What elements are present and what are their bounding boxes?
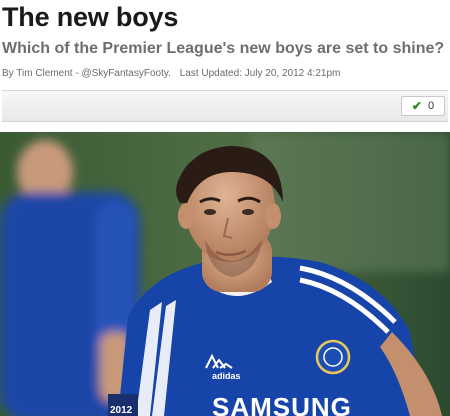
kit-brand-text: adidas [212,371,241,381]
share-toolbar: ✔ 0 [2,90,448,122]
hero-image[interactable]: adidas SAMSUNG 2012 [0,132,450,416]
like-button[interactable]: ✔ 0 [401,96,445,116]
byline: By Tim Clement - @SkyFantasyFooty. Last … [2,68,340,79]
badge-year-text: 2012 [110,405,133,416]
byline-author: By Tim Clement - @SkyFantasyFooty. [2,68,171,79]
article-page: The new boys Which of the Premier League… [0,0,450,416]
club-crest [315,339,351,375]
last-updated: Last Updated: July 20, 2012 4:21pm [179,68,341,79]
sponsor-text: SAMSUNG [212,392,352,416]
check-icon: ✔ [411,99,422,113]
article-subtitle: Which of the Premier League's new boys a… [2,40,445,57]
article-title: The new boys [2,2,179,32]
player-photo: adidas SAMSUNG 2012 [0,132,450,416]
like-count: 0 [427,100,435,112]
